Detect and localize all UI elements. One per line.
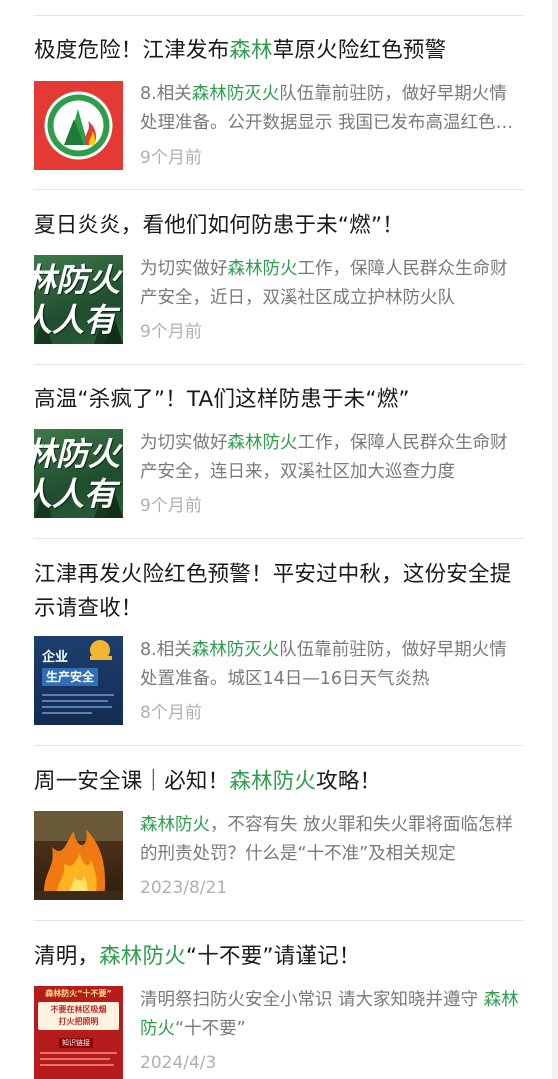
scrollbar[interactable]	[552, 0, 558, 1079]
poster-subline: 人人有	[34, 301, 117, 339]
forest-fireproof-poster-thumbnail[interactable]: 林防火 人人有	[34, 429, 123, 518]
article-summary: 清明祭扫防火安全小常识 请大家知晓并遵守 森林防火“十不要”	[140, 986, 524, 1044]
text-segment: 极度危险！江津发布	[34, 38, 230, 63]
text-segment: 高温“杀疯了”！TA们这样防患于未“燃”	[34, 387, 410, 412]
keyword-highlight: 森林防灭火	[191, 84, 280, 104]
divider	[34, 745, 524, 746]
text-segment: 攻略！	[316, 769, 382, 794]
text-segment: 为切实做好	[140, 259, 228, 279]
enterprise-safety-poster-thumbnail[interactable]: 企业 生产安全	[34, 636, 123, 725]
keyword-highlight: 森林防火	[229, 769, 317, 794]
keyword-highlight: 森林防火	[140, 815, 210, 835]
article-date: 9个月前	[140, 322, 202, 342]
article-title[interactable]: 江津再发火险红色预警！平安过中秋，这份安全提示请查收！	[34, 558, 524, 626]
text-segment: 为切实做好	[140, 433, 228, 453]
article-title[interactable]: 极度危险！江津发布森林草原火险红色预警	[34, 34, 524, 68]
article-title[interactable]: 周一安全课｜必知！森林防火攻略！	[34, 765, 524, 799]
text-segment: 周一安全课｜必知！	[34, 769, 230, 794]
poster-tag: 知识链接	[59, 1038, 93, 1048]
poster-headline: 森林防火“十不要”	[45, 989, 112, 998]
text-segment: 夏日炎炎，看他们如何防患于未“燃”！	[34, 213, 404, 238]
poster-headline: 林防火	[34, 435, 121, 473]
article-summary: 森林防火，不容有失 放火罪和失火罪将面临怎样的刑责处罚？什么是“十不准”及相关规…	[140, 811, 524, 869]
poster-headline: 林防火	[34, 261, 121, 299]
article-title[interactable]: 夏日炎炎，看他们如何防患于未“燃”！	[34, 209, 524, 243]
keyword-highlight: 森林	[229, 38, 273, 63]
text-segment: 江津再发火险红色预警！平安过中秋，这份安全提示请查收！	[34, 562, 512, 621]
article-summary: 8.相关森林防灭火队伍靠前驻防，做好早期火情处置准备。城区14日—16日天气炎热	[140, 636, 524, 694]
article-date: 2023/8/21	[140, 878, 228, 898]
text-segment: “十不要”请谨记！	[185, 944, 361, 969]
burning-fire-photo-thumbnail[interactable]	[34, 811, 123, 900]
poster-subline: 生产安全	[42, 668, 99, 686]
keyword-highlight: 森林防火	[227, 433, 298, 453]
poster-banner-line1: 不要在林区吸烟	[50, 1005, 107, 1014]
article-date: 9个月前	[140, 496, 202, 516]
poster-text-line	[40, 1052, 117, 1054]
poster-text-line	[40, 1058, 110, 1060]
keyword-highlight: 森林防灭火	[191, 640, 280, 660]
article-date: 2024/4/3	[140, 1053, 217, 1073]
poster-banner-line2: 打火把照明	[58, 1017, 99, 1026]
text-segment: 8.相关	[140, 84, 192, 104]
poster-subline: 人人有	[34, 475, 117, 513]
forest-fire-warning-logo-icon	[34, 81, 123, 170]
divider	[34, 920, 524, 921]
text-segment: 清明，	[34, 944, 100, 969]
divider	[34, 15, 524, 16]
article-item[interactable]: 周一安全课｜必知！森林防火攻略！ 森林防火，不容有失 放火罪和失火罪将面临怎样的…	[34, 765, 524, 900]
article-item[interactable]: 夏日炎炎，看他们如何防患于未“燃”！ 林防火 人人有 为切实做好森林防火工作，保…	[34, 209, 524, 344]
divider	[34, 364, 524, 365]
keyword-highlight: 森林防火	[227, 259, 298, 279]
divider	[34, 538, 524, 539]
text-segment: 清明祭扫防火安全小常识 请大家知晓并遵守	[140, 990, 484, 1010]
article-item[interactable]: 极度危险！江津发布森林草原火险红色预警 8.相关森林防灭火队伍靠前驻防，做好早期…	[34, 34, 524, 170]
text-segment: 8.相关	[140, 640, 192, 660]
forest-fire-warning-logo-thumbnail[interactable]	[34, 81, 123, 170]
text-segment: 草原火险红色预警	[272, 38, 447, 63]
poster-text-line	[40, 1064, 114, 1066]
text-segment: “十不要”	[175, 1019, 246, 1039]
article-date: 9个月前	[140, 148, 202, 168]
article-item[interactable]: 高温“杀疯了”！TA们这样防患于未“燃” 林防火 人人有 为切实做好森林防火工作…	[34, 383, 524, 518]
poster-headline: 企业	[42, 650, 69, 665]
article-item[interactable]: 江津再发火险红色预警！平安过中秋，这份安全提示请查收！ 企业 生产安全 8.相关…	[34, 558, 524, 725]
article-summary: 为切实做好森林防火工作，保障人民群众生命财产安全，连日来，双溪社区加大巡查力度	[140, 429, 524, 487]
keyword-highlight: 森林防火	[99, 944, 186, 969]
fire-icon	[34, 811, 123, 900]
article-summary: 8.相关森林防灭火队伍靠前驻防，做好早期火情处理准备。公开数据显示 我国已发布高…	[140, 80, 524, 138]
poster-banner: 不要在林区吸烟 打火把照明	[38, 1002, 119, 1030]
article-title[interactable]: 高温“杀疯了”！TA们这样防患于未“燃”	[34, 383, 524, 417]
forest-fireproof-poster-thumbnail[interactable]: 林防火 人人有	[34, 255, 123, 344]
article-item[interactable]: 清明，森林防火“十不要”请谨记！ 森林防火“十不要” 不要在林区吸烟 打火把照明…	[34, 940, 524, 1079]
article-title[interactable]: 清明，森林防火“十不要”请谨记！	[34, 940, 524, 974]
qingming-fireproof-poster-thumbnail[interactable]: 森林防火“十不要” 不要在林区吸烟 打火把照明 知识链接	[34, 986, 123, 1079]
article-date: 8个月前	[140, 703, 202, 723]
article-summary: 为切实做好森林防火工作，保障人民群众生命财产安全，近日，双溪社区成立护林防火队	[140, 255, 524, 313]
divider	[34, 189, 524, 190]
